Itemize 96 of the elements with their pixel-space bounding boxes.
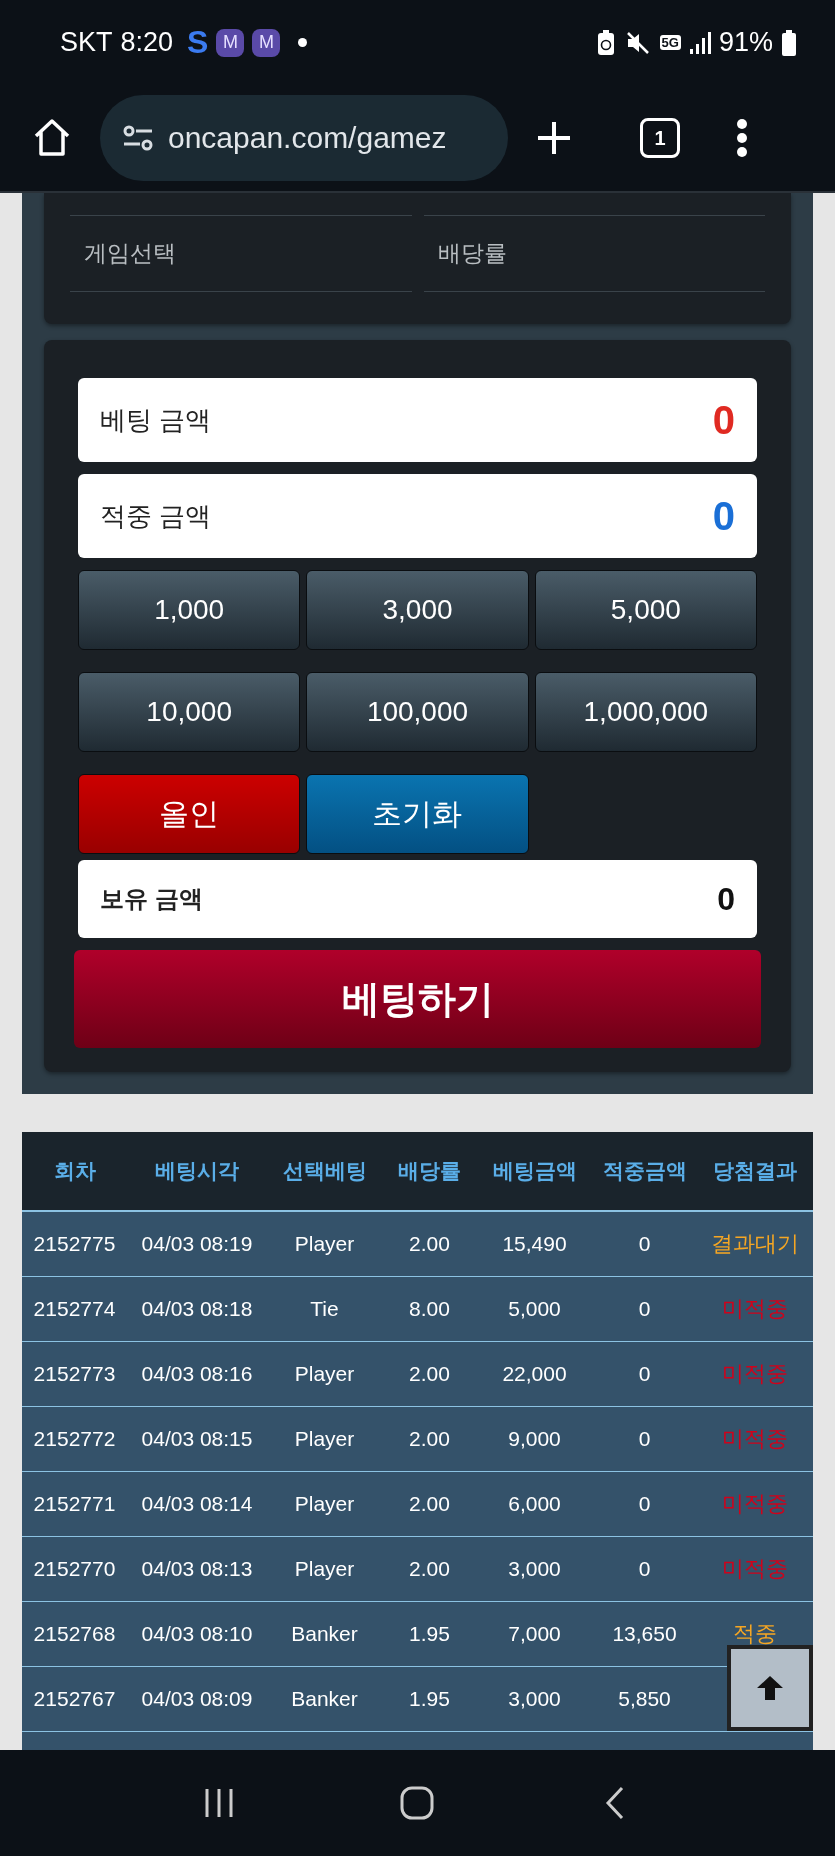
amount-button[interactable]: 1,000,000 bbox=[534, 672, 757, 752]
app-letter-icon: S bbox=[187, 24, 209, 61]
result-cell-text: 미적중 bbox=[721, 1360, 789, 1388]
reset-button[interactable]: 초기화 bbox=[306, 774, 529, 854]
table-cell-text: Banker bbox=[290, 1622, 359, 1646]
selection-label: 게임선택 bbox=[70, 215, 412, 292]
field-label: 적중 금액 bbox=[100, 499, 212, 533]
battery-percent: 91% bbox=[718, 27, 773, 58]
table-cell-text: 3,000 bbox=[507, 1687, 562, 1711]
table-cell-text: Player bbox=[293, 1557, 356, 1581]
carrier: SKT bbox=[60, 27, 113, 58]
table-cell-text: 04/03 08:13 bbox=[140, 1557, 254, 1581]
table-cell-text: 9,000 bbox=[507, 1427, 562, 1451]
table-cell-text: 5,000 bbox=[507, 1297, 562, 1321]
table-cell-text: 2152772 bbox=[32, 1427, 117, 1451]
column-header: 베팅시각 bbox=[154, 1158, 240, 1184]
table-cell-text: Player bbox=[293, 1232, 356, 1256]
amount-button[interactable]: 100,000 bbox=[306, 672, 529, 752]
table-cell-text: 1.95 bbox=[408, 1622, 451, 1646]
field-label: 보유 금액 bbox=[100, 884, 203, 914]
table-cell-text: 04/03 08:16 bbox=[140, 1362, 254, 1386]
url-text: oncapan.com/gamez bbox=[168, 121, 447, 155]
table-cell-text: 2.00 bbox=[408, 1492, 451, 1516]
scroll-top-button[interactable] bbox=[727, 1645, 813, 1731]
table-cell-text: Banker bbox=[290, 1687, 359, 1711]
battery-saver-icon bbox=[595, 28, 616, 57]
clock: 8:20 bbox=[120, 27, 174, 58]
table-cell-text: 2.00 bbox=[408, 1362, 451, 1386]
column-header: 베팅금액 bbox=[491, 1158, 578, 1184]
column-header: 선택베팅 bbox=[281, 1158, 368, 1184]
amount-button[interactable]: 3,000 bbox=[306, 570, 529, 650]
table-cell-text: Tie bbox=[309, 1297, 340, 1321]
table-cell-text: 2152771 bbox=[32, 1492, 117, 1516]
result-cell-text: 적중 bbox=[732, 1620, 778, 1648]
table-cell-text: 04/03 08:15 bbox=[140, 1427, 254, 1451]
address-bar[interactable]: oncapan.com/gamez bbox=[100, 95, 508, 181]
table-cell-text: 6,000 bbox=[507, 1492, 562, 1516]
column-header: 회차 bbox=[52, 1158, 97, 1184]
table-cell-text: 0 bbox=[637, 1232, 652, 1256]
table-cell-text: 2152770 bbox=[32, 1557, 117, 1581]
table-cell-text: 2152773 bbox=[32, 1362, 117, 1386]
table-cell-text: 04/03 08:10 bbox=[140, 1622, 254, 1646]
table-cell-text: Player bbox=[293, 1362, 356, 1386]
table-cell-text: 0 bbox=[637, 1492, 652, 1516]
table-cell-text: Player bbox=[293, 1492, 356, 1516]
app-tile-icon: M bbox=[216, 28, 245, 57]
amount-button[interactable]: 1,000 bbox=[78, 570, 301, 650]
site-settings-icon[interactable] bbox=[122, 123, 154, 153]
battery-icon bbox=[781, 29, 797, 56]
column-header: 배당률 bbox=[397, 1158, 462, 1184]
table-cell-text: 04/03 08:18 bbox=[140, 1297, 254, 1321]
result-cell-text: 미적중 bbox=[721, 1555, 789, 1583]
table-cell-text: 2.00 bbox=[408, 1427, 451, 1451]
place-bet-button[interactable]: 베팅하기 bbox=[74, 950, 761, 1048]
table-cell-text: 04/03 08:14 bbox=[140, 1492, 254, 1516]
field-value: 0 bbox=[712, 493, 735, 539]
field-value: 0 bbox=[717, 880, 735, 918]
table-cell-text: 15,490 bbox=[501, 1232, 568, 1256]
field-label: 베팅 금액 bbox=[100, 403, 212, 437]
signal-icon bbox=[688, 30, 711, 55]
table-cell-text: 04/03 08:09 bbox=[140, 1687, 254, 1711]
field-value: 0 bbox=[712, 397, 735, 443]
table-cell-text: 0 bbox=[637, 1297, 652, 1321]
result-cell-text: 미적중 bbox=[721, 1295, 789, 1323]
column-header: 당첨결과 bbox=[712, 1158, 798, 1184]
table-cell-text: 0 bbox=[637, 1557, 652, 1581]
table-cell-text: 3,000 bbox=[507, 1557, 562, 1581]
table-cell-text: 2152775 bbox=[32, 1232, 117, 1256]
result-cell-text: 결과대기 bbox=[710, 1230, 800, 1258]
amount-button[interactable]: 5,000 bbox=[534, 570, 757, 650]
result-cell-text: 미적중 bbox=[721, 1425, 789, 1453]
table-cell-text: 2152767 bbox=[32, 1687, 117, 1711]
tab-count-button[interactable]: 1 bbox=[640, 118, 680, 158]
selection-label: 배당률 bbox=[423, 215, 765, 292]
result-cell-text: 미적중 bbox=[721, 1490, 789, 1518]
table-cell-text: 1.95 bbox=[408, 1687, 451, 1711]
table-cell-text: 2152768 bbox=[32, 1622, 117, 1646]
table-cell-text: 22,000 bbox=[501, 1362, 568, 1386]
app-tile-icon: M bbox=[252, 28, 281, 57]
column-header: 적중금액 bbox=[601, 1158, 688, 1184]
table-cell-text: 7,000 bbox=[507, 1622, 562, 1646]
table-cell-text: 2152774 bbox=[32, 1297, 117, 1321]
table-cell-text: 04/03 08:19 bbox=[140, 1232, 254, 1256]
network-type: 5G bbox=[659, 35, 681, 50]
table-cell-text: 5,850 bbox=[617, 1687, 672, 1711]
all-in-button[interactable]: 올인 bbox=[78, 774, 301, 854]
more-menu-icon[interactable] bbox=[736, 118, 748, 158]
table-cell-text: 13,650 bbox=[611, 1622, 678, 1646]
table-cell-text: 0 bbox=[637, 1427, 652, 1451]
table-cell-text: 2.00 bbox=[408, 1232, 451, 1256]
notification-dot-icon bbox=[298, 38, 308, 47]
table-cell-text: Player bbox=[293, 1427, 356, 1451]
table-cell-text: 2.00 bbox=[408, 1557, 451, 1581]
table-cell-text: 8.00 bbox=[408, 1297, 451, 1321]
table-cell-text: 0 bbox=[637, 1362, 652, 1386]
amount-button[interactable]: 10,000 bbox=[78, 672, 301, 752]
